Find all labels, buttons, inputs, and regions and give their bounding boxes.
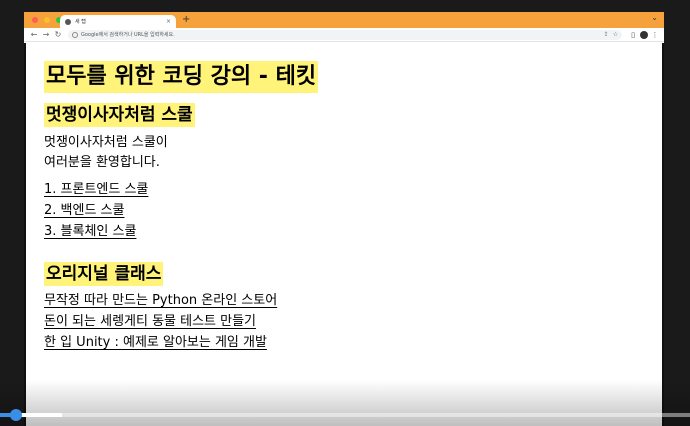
forward-icon[interactable]: →: [40, 30, 52, 39]
reload-icon[interactable]: ↻: [52, 30, 64, 39]
share-icon[interactable]: ⇪: [604, 31, 609, 38]
minimize-window-button[interactable]: [44, 17, 50, 23]
section-original-class: 오리지널 클래스 무작정 따라 만드는 Python 온라인 스토어 돈이 되는…: [44, 262, 318, 353]
video-progress-bar[interactable]: [0, 413, 690, 417]
class-link-python[interactable]: 무작정 따라 만드는 Python 온라인 스토어: [44, 290, 277, 311]
page-content: 모두를 위한 코딩 강의 - 테킷 멋쟁이사자처럼 스쿨 멋쟁이사자처럼 스쿨이…: [44, 61, 319, 353]
tab-strip: 새 탭 × + ⌄: [24, 12, 664, 28]
window-controls: [32, 17, 62, 23]
school-link-backend[interactable]: 2. 백엔드 스쿨: [44, 200, 124, 221]
scrubber-handle[interactable]: [10, 409, 22, 421]
section-heading-school: 멋쟁이사자처럼 스쿨: [44, 103, 195, 127]
web-page: 모두를 위한 코딩 강의 - 테킷 멋쟁이사자처럼 스쿨 멋쟁이사자처럼 스쿨이…: [24, 43, 664, 426]
browser-window: 새 탭 × + ⌄ ← → ↻ Google에서 검색하거나 URL을 입력하세…: [24, 12, 664, 426]
toolbar: ← → ↻ Google에서 검색하거나 URL을 입력하세요. ⇪ ☆ ▯ ⋮: [24, 28, 664, 42]
avatar[interactable]: [640, 30, 648, 39]
class-list: 무작정 따라 만드는 Python 온라인 스토어 돈이 되는 세렝게티 동물 …: [44, 290, 318, 353]
back-icon[interactable]: ←: [28, 30, 40, 39]
new-tab-button[interactable]: +: [182, 14, 190, 26]
page-title: 모두를 위한 코딩 강의 - 테킷: [44, 61, 319, 93]
class-link-serengeti[interactable]: 돈이 되는 세렝게티 동물 테스트 만들기: [44, 311, 256, 332]
section-heading-original-class: 오리지널 클래스: [44, 262, 164, 286]
chrome-icon: [65, 18, 71, 25]
bookmark-star-icon[interactable]: ☆: [613, 31, 618, 38]
more-menu-icon[interactable]: ⋮: [650, 31, 660, 39]
intro-line: 여러분을 환영합니다.: [44, 155, 160, 170]
tab-search-icon[interactable]: ⌄: [651, 13, 658, 22]
address-placeholder: Google에서 검색하거나 URL을 입력하세요.: [81, 32, 175, 38]
google-icon: [72, 31, 78, 38]
school-link-frontend[interactable]: 1. 프론트엔드 스쿨: [44, 179, 148, 200]
tab-new[interactable]: 새 탭 ×: [60, 15, 176, 28]
address-bar[interactable]: Google에서 검색하거나 URL을 입력하세요. ⇪ ☆: [68, 29, 622, 40]
intro-line: 멋쟁이사자처럼 스쿨이: [44, 135, 168, 150]
player-overlay: [0, 380, 690, 426]
school-list: 1. 프론트엔드 스쿨 2. 백엔드 스쿨 3. 블록체인 스쿨: [44, 179, 318, 242]
side-panel-icon[interactable]: ▯: [628, 31, 638, 39]
school-link-blockchain[interactable]: 3. 블록체인 스쿨: [44, 221, 136, 242]
tab-close-icon[interactable]: ×: [166, 18, 171, 25]
tab-title: 새 탭: [75, 19, 86, 25]
buffered-bar: [20, 413, 63, 417]
intro-text: 멋쟁이사자처럼 스쿨이 여러분을 환영합니다.: [44, 133, 318, 173]
close-window-button[interactable]: [32, 17, 38, 23]
section-school: 멋쟁이사자처럼 스쿨 멋쟁이사자처럼 스쿨이 여러분을 환영합니다. 1. 프론…: [44, 103, 318, 242]
class-link-unity[interactable]: 한 입 Unity : 예제로 알아보는 게임 개발: [44, 332, 267, 353]
